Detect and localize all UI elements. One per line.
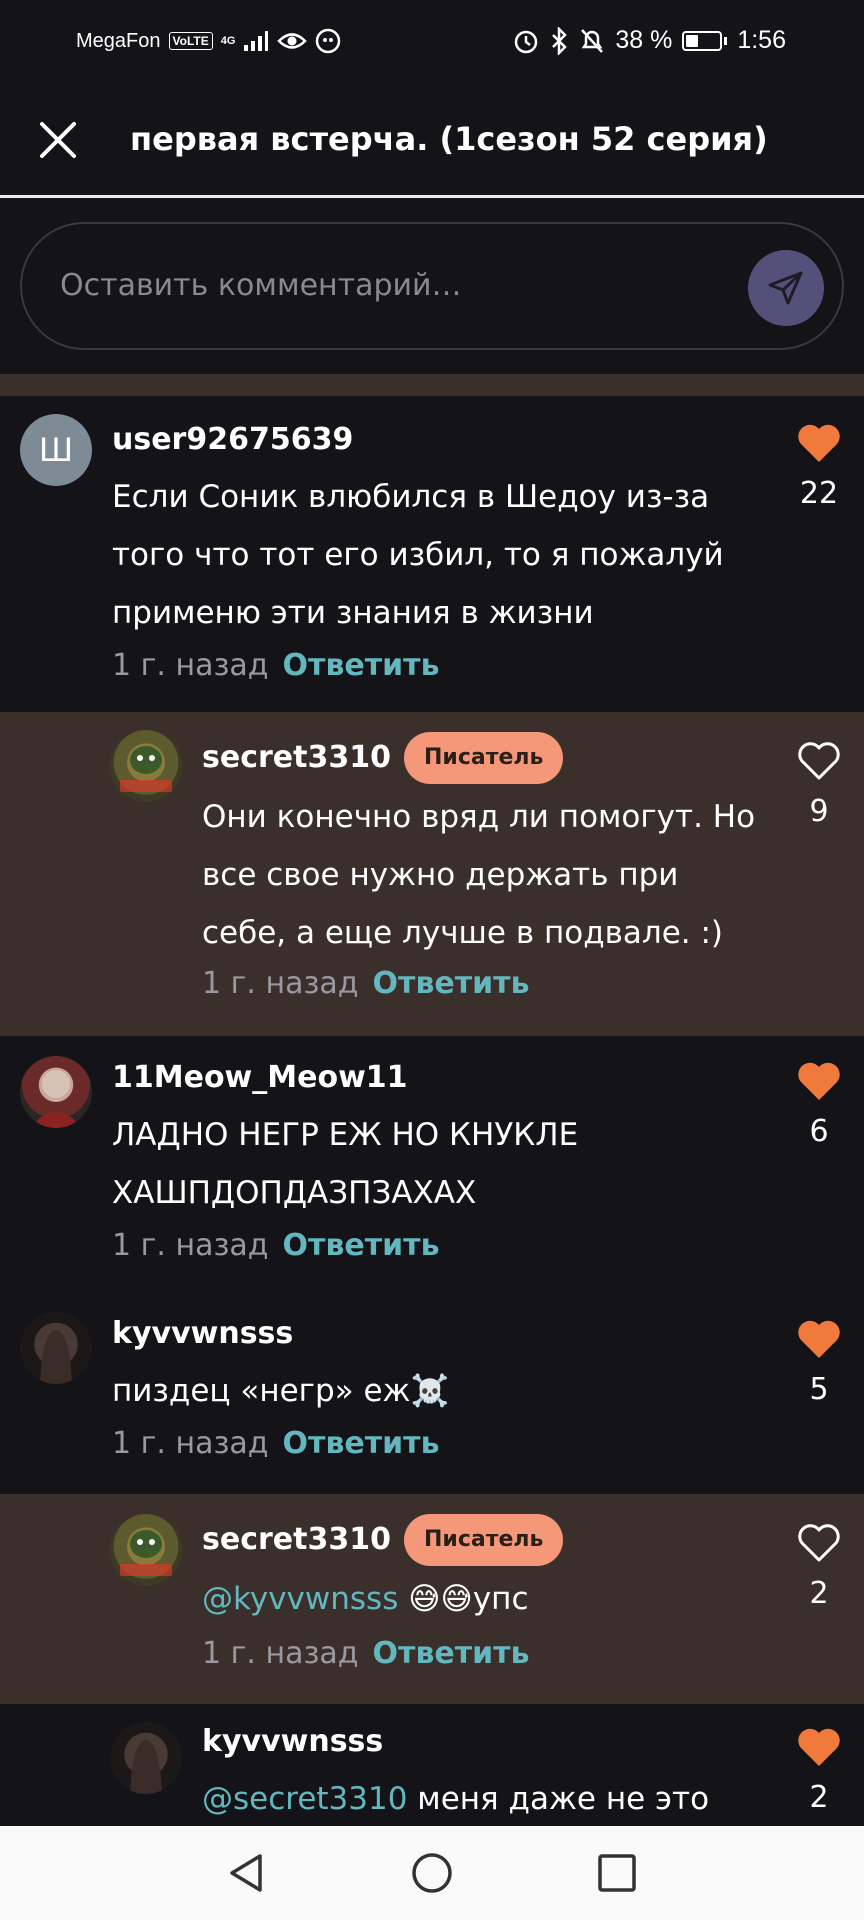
nav-back-button[interactable] <box>222 1848 272 1898</box>
comment-item: 11Meow_Meow11 ЛАДНО НЕГР ЕЖ НО КНУКЛЕ ХА… <box>0 1036 864 1298</box>
comment-text: @kyvvwnsss 😅😅упс <box>202 1570 762 1628</box>
battery-percent: 38 % <box>615 26 673 54</box>
comment-composer <box>0 198 864 374</box>
avatar-image-icon <box>40 1330 72 1384</box>
reply-button[interactable]: Ответить <box>283 1228 440 1263</box>
avatar-image-icon <box>130 1740 162 1794</box>
like-count: 2 <box>809 1780 829 1815</box>
writer-badge: Писатель <box>404 1514 564 1566</box>
nav-home-button[interactable] <box>407 1848 457 1898</box>
heart-filled-icon[interactable] <box>796 1318 842 1360</box>
comment-meta: 1 г. назад Ответить <box>202 1636 530 1671</box>
comment-username[interactable]: 11Meow_Meow11 <box>112 1060 408 1095</box>
comment-username[interactable]: kyvvwnsss <box>202 1724 383 1759</box>
comment-item: Ш user92675639 Если Соник влюбился в Шед… <box>0 396 864 712</box>
mention-link[interactable]: @kyvvwnsss <box>202 1581 398 1617</box>
like-count: 2 <box>809 1576 829 1611</box>
comment-meta: 1 г. назад Ответить <box>202 966 530 1001</box>
comment-username[interactable]: secret3310 <box>202 1522 391 1557</box>
close-icon <box>40 122 76 158</box>
back-triangle-icon <box>230 1854 262 1892</box>
clock: 1:56 <box>737 26 786 54</box>
avatar[interactable] <box>110 1722 182 1794</box>
recents-square-icon <box>598 1854 636 1892</box>
comment-time: 1 г. назад <box>112 1426 269 1461</box>
close-button[interactable] <box>30 112 86 168</box>
system-nav-bar <box>0 1826 864 1920</box>
avatar[interactable] <box>20 1056 92 1128</box>
comment-text: ЛАДНО НЕГР ЕЖ НО КНУКЛЕ ХАШПДОПДАЗПЗАХАХ <box>112 1117 579 1211</box>
reply-button[interactable]: Ответить <box>373 1636 530 1671</box>
avatar[interactable] <box>20 1312 92 1384</box>
carrier-name: MegaFon <box>76 29 161 52</box>
battery-level <box>686 34 699 47</box>
avatar-image-icon <box>30 1070 82 1128</box>
reply-button[interactable]: Ответить <box>283 1426 440 1461</box>
comment-username[interactable]: user92675639 <box>112 422 353 457</box>
signal-icon <box>244 31 269 51</box>
avatar[interactable] <box>110 1514 182 1586</box>
heart-filled-icon[interactable] <box>796 422 842 464</box>
home-circle-icon <box>412 1853 452 1893</box>
comment-text: @secret3310 меня даже не это <box>202 1770 762 1826</box>
writer-badge: Писатель <box>404 732 564 784</box>
comment-username[interactable]: secret3310 <box>202 740 391 775</box>
app-notification-icon <box>316 28 341 54</box>
like-count: 22 <box>799 476 839 511</box>
volte-icon: VoLTE <box>168 32 213 50</box>
comment-body: 😅😅упс <box>398 1581 529 1617</box>
mention-link[interactable]: @secret3310 <box>202 1781 407 1817</box>
reply-item: kyvvwnsss @secret3310 меня даже не это 2 <box>0 1704 864 1826</box>
battery-tip <box>724 36 728 45</box>
comment-meta: 1 г. назад Ответить <box>112 648 440 683</box>
avatar[interactable]: Ш <box>20 414 92 486</box>
comment-text: пиздец «негр» еж☠️ <box>112 1373 450 1409</box>
comment-text: Если Соник влюбился в Шедоу из-за того ч… <box>112 479 724 631</box>
app-header: первая встерча. (1сезон 52 серия) <box>0 84 864 198</box>
comment-time: 1 г. назад <box>202 966 359 1001</box>
status-left: MegaFon VoLTE 4G <box>76 28 341 54</box>
heart-filled-icon[interactable] <box>796 1060 842 1102</box>
mute-bell-icon <box>581 28 604 53</box>
reply-item: secret3310 Писатель @kyvvwnsss 😅😅упс 1 г… <box>0 1494 864 1704</box>
comment-username[interactable]: kyvvwnsss <box>112 1316 293 1351</box>
reply-item: secret3310 Писатель Они конечно вряд ли … <box>0 712 864 1036</box>
comment-meta: 1 г. назад Ответить <box>112 1228 440 1263</box>
alarm-icon <box>515 30 538 53</box>
comment-text: Они конечно вряд ли помогут. Но все свое… <box>202 799 756 951</box>
avatar-image-icon <box>120 1530 172 1576</box>
like-count: 9 <box>809 794 829 829</box>
like-count: 5 <box>809 1372 829 1407</box>
comment-time: 1 г. назад <box>112 1228 269 1263</box>
avatar-image-icon <box>120 746 172 792</box>
bluetooth-icon <box>552 26 568 55</box>
heart-outline-icon[interactable] <box>796 1522 842 1564</box>
comment-body: меня даже не это <box>407 1781 710 1817</box>
comment-input-wrapper <box>20 222 844 350</box>
avatar[interactable] <box>110 730 182 802</box>
section-divider <box>0 374 864 396</box>
send-button[interactable] <box>748 250 824 326</box>
send-icon <box>768 271 803 305</box>
nav-recents-button[interactable] <box>592 1848 642 1898</box>
status-bar: MegaFon VoLTE 4G 38 % 1:56 <box>0 0 864 84</box>
status-right: 38 % 1:56 <box>513 26 786 55</box>
eye-icon <box>277 33 308 49</box>
network-type: 4G <box>220 35 236 47</box>
like-count: 6 <box>809 1114 829 1149</box>
reply-button[interactable]: Ответить <box>373 966 530 1001</box>
comment-list: Ш user92675639 Если Соник влюбился в Шед… <box>0 396 864 1826</box>
page-title: первая встерча. (1сезон 52 серия) <box>130 120 768 158</box>
reply-button[interactable]: Ответить <box>283 648 440 683</box>
heart-filled-icon[interactable] <box>796 1726 842 1768</box>
battery-icon <box>682 30 723 51</box>
comment-time: 1 г. назад <box>112 648 269 683</box>
comment-item: kyvvwnsss пиздец «негр» еж☠️ 1 г. назад О… <box>0 1298 864 1494</box>
comment-meta: 1 г. назад Ответить <box>112 1426 440 1461</box>
comment-input[interactable] <box>58 254 722 316</box>
comment-time: 1 г. назад <box>202 1636 359 1671</box>
heart-outline-icon[interactable] <box>796 740 842 782</box>
